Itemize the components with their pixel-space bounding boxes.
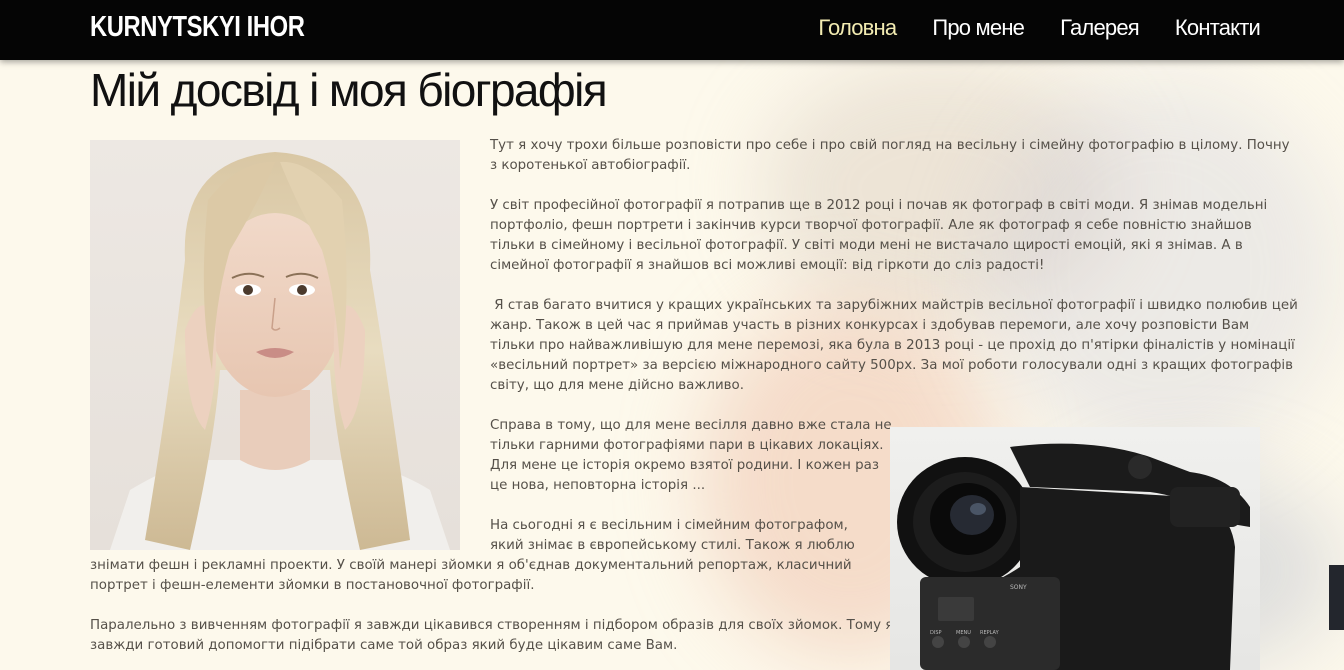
nav-item-contacts[interactable]: Контакти bbox=[1175, 15, 1261, 41]
nav-item-about[interactable]: Про мене bbox=[932, 15, 1025, 41]
svg-text:MENU: MENU bbox=[956, 630, 971, 636]
bio-paragraph-learning: Я став багато вчитися у кращих українськ… bbox=[490, 298, 1298, 393]
camera-buttons: DISP MENU REPLAY bbox=[930, 630, 1000, 648]
bio-paragraph-wedding: Справа в тому, що для мене весілля давно… bbox=[490, 418, 892, 493]
bio-paragraph-today: На сьогодні я є весільним і сімейним фот… bbox=[490, 518, 855, 553]
camera-screen bbox=[938, 597, 974, 621]
camera-photo: SONY DISP MENU REPLAY bbox=[890, 427, 1260, 670]
page-title: Мій досвід і моя біографія bbox=[90, 64, 608, 116]
top-navbar: KURNYTSKYI IHOR Головна Про мене Галерея… bbox=[0, 0, 1344, 60]
portrait-illustration bbox=[110, 152, 450, 550]
svg-text:REPLAY: REPLAY bbox=[980, 630, 1000, 636]
camera-brand-label: SONY bbox=[1010, 584, 1027, 591]
bio-paragraph-styling: Паралельно з вивченням фотографії я завж… bbox=[90, 618, 894, 653]
bio-paragraph-start: У світ професійної фотографії я потрапив… bbox=[490, 198, 1268, 273]
bio-paragraph-today-cont: знімати фешн і рекламні проекти. У своїй… bbox=[90, 558, 852, 593]
side-scroll-tab[interactable] bbox=[1329, 565, 1344, 630]
portrait-photo bbox=[90, 140, 460, 550]
main-nav: Головна Про мене Галерея Контакти bbox=[818, 15, 1260, 41]
site-logo[interactable]: KURNYTSKYI IHOR bbox=[90, 11, 305, 44]
bio-paragraph-intro: Тут я хочу трохи більше розповісти про с… bbox=[490, 138, 1290, 173]
nav-item-gallery[interactable]: Галерея bbox=[1060, 15, 1140, 41]
nav-item-home[interactable]: Головна bbox=[818, 15, 897, 41]
video-camera-illustration: SONY DISP MENU REPLAY bbox=[897, 443, 1250, 670]
svg-text:DISP: DISP bbox=[930, 630, 942, 636]
